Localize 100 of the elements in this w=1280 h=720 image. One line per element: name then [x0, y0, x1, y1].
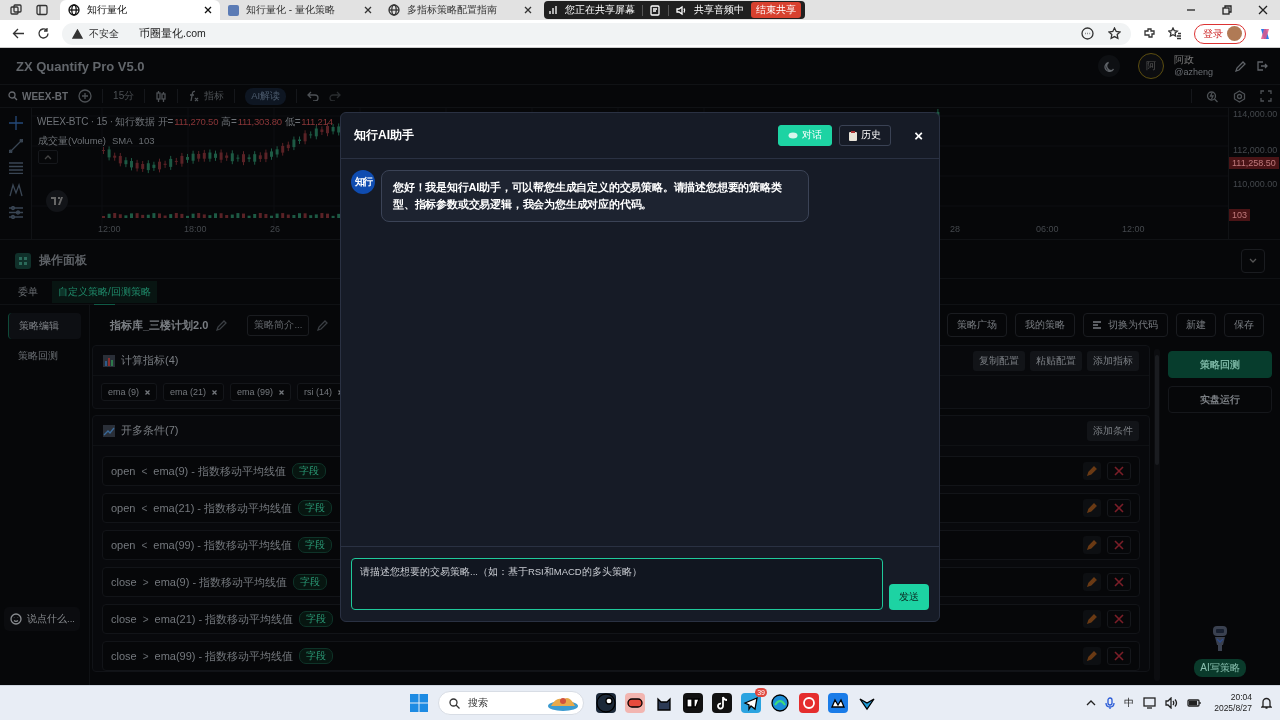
- logout-icon[interactable]: [1256, 60, 1268, 72]
- field-tag: 字段: [299, 611, 334, 627]
- action-button[interactable]: 保存: [1224, 313, 1264, 337]
- more-icon[interactable]: [1081, 27, 1094, 40]
- battery-icon[interactable]: [1187, 698, 1202, 708]
- action-button[interactable]: 我的策略: [1015, 313, 1075, 337]
- description-field[interactable]: 策略简介...: [247, 314, 310, 336]
- field-tag: 字段: [291, 463, 326, 479]
- extensions-icon[interactable]: [1143, 27, 1156, 40]
- browser-tab[interactable]: 知行量化 - 量化策略: [220, 0, 380, 20]
- microphone-icon[interactable]: [1105, 696, 1116, 710]
- chevron-down-icon: [1249, 258, 1257, 263]
- settings-icon[interactable]: [1233, 89, 1246, 103]
- moon-icon: [1103, 60, 1115, 72]
- field-name: close: [111, 576, 137, 588]
- app-icon[interactable]: [770, 693, 790, 713]
- restore-icon[interactable]: [1222, 5, 1232, 15]
- action-button[interactable]: 策略广场: [947, 313, 1007, 337]
- address-bar[interactable]: 不安全 币圈量化.com: [62, 22, 1131, 45]
- message-input[interactable]: 请描述您想要的交易策略...（如：基于RSI和MACD的多头策略）: [351, 558, 883, 610]
- chevron-up-icon[interactable]: [1086, 700, 1097, 706]
- send-button[interactable]: 发送: [889, 584, 929, 610]
- speaker-icon[interactable]: [676, 4, 687, 16]
- app-icon[interactable]: [712, 693, 732, 713]
- stop-sharing-button[interactable]: 结束共享: [751, 2, 801, 18]
- app-icon[interactable]: [625, 693, 645, 713]
- close-icon[interactable]: [524, 6, 532, 14]
- interval-button[interactable]: 15分: [113, 89, 135, 103]
- browser-tab[interactable]: 多指标策略配置指南: [380, 0, 540, 20]
- chat-field[interactable]: 说点什么...: [4, 607, 80, 631]
- ohlc-value: 111,303.80: [237, 116, 282, 127]
- login-button[interactable]: 登录: [1194, 23, 1246, 44]
- section-button[interactable]: 添加条件: [1087, 420, 1139, 441]
- indicators-button[interactable]: 指标: [188, 89, 225, 103]
- ai-strategy-button[interactable]: AI写策略: [1194, 659, 1246, 677]
- close-icon[interactable]: [1258, 5, 1268, 15]
- back-icon[interactable]: [12, 27, 25, 40]
- quick-search-icon[interactable]: [1206, 89, 1219, 103]
- close-icon[interactable]: [364, 6, 372, 14]
- app-icon[interactable]: [741, 693, 761, 713]
- panel-tab[interactable]: 委单: [12, 280, 44, 303]
- share-icon[interactable]: [650, 4, 661, 16]
- undo-icon[interactable]: [307, 91, 320, 101]
- add-icon[interactable]: [78, 89, 93, 103]
- backtest-button[interactable]: 策略回测: [1168, 351, 1272, 378]
- copilot-icon[interactable]: [1258, 26, 1272, 41]
- start-icon[interactable]: [410, 694, 428, 712]
- indicator-chip[interactable]: ema (9): [101, 383, 157, 401]
- close-button[interactable]: ×: [910, 127, 927, 144]
- fullscreen-icon[interactable]: [1260, 90, 1272, 102]
- list-icon: [1093, 321, 1102, 329]
- action-button[interactable]: 切换为代码: [1083, 313, 1168, 337]
- remove-icon[interactable]: [212, 389, 218, 395]
- indicator-chip[interactable]: ema (21): [163, 383, 225, 401]
- ohlc-label: 开=: [157, 115, 174, 129]
- globe-icon: [68, 4, 80, 16]
- search-field[interactable]: 搜索: [438, 691, 584, 715]
- field-name: open: [111, 502, 136, 514]
- candles-icon[interactable]: [155, 89, 168, 103]
- remove-icon[interactable]: [145, 389, 150, 395]
- display-icon[interactable]: [1143, 697, 1157, 709]
- star-icon[interactable]: [1108, 27, 1121, 40]
- indicator-chip[interactable]: ema (99): [230, 383, 292, 401]
- app-icon[interactable]: [828, 693, 848, 713]
- sidebar-item[interactable]: 策略回测: [8, 343, 81, 369]
- ohlc-label: 低=: [284, 115, 301, 129]
- favorites-icon[interactable]: [1168, 27, 1182, 40]
- sidebar-item[interactable]: 策略编辑: [8, 313, 81, 339]
- pencil-icon: [1087, 466, 1097, 476]
- app-icon[interactable]: [683, 693, 703, 713]
- symbol-search[interactable]: WEEX-BT: [8, 90, 69, 102]
- close-icon: [1114, 614, 1124, 624]
- action-button[interactable]: 新建: [1176, 313, 1216, 337]
- chat-bubble-icon: [788, 132, 799, 139]
- browser-tab[interactable]: 知行量化: [60, 0, 220, 20]
- tab-actions-icon[interactable]: [36, 4, 48, 16]
- section-button[interactable]: 添加指标: [1087, 350, 1139, 371]
- indicator-description: ema(21) - 指数移动平均线值: [153, 500, 293, 516]
- remove-icon[interactable]: [279, 389, 285, 395]
- ai-read-button[interactable]: AI解读: [245, 87, 287, 105]
- user-avatar[interactable]: 阿: [1138, 53, 1165, 79]
- dialog-tab[interactable]: 历史: [839, 125, 892, 146]
- line-chart-icon: [103, 424, 115, 437]
- pencil-icon[interactable]: [1235, 60, 1246, 72]
- app-icon[interactable]: [596, 693, 616, 713]
- reload-icon[interactable]: [37, 27, 50, 40]
- workspaces-icon[interactable]: [10, 4, 22, 16]
- live-run-button[interactable]: 实盘运行: [1168, 386, 1272, 413]
- panel-tab[interactable]: 自定义策略/回测策略: [52, 280, 157, 303]
- sma-value: 103: [138, 135, 155, 148]
- ohlc-value: 111,270.50: [174, 116, 219, 127]
- search-icon: [449, 697, 460, 709]
- chart-logo-icon: [46, 190, 68, 212]
- theme-toggle[interactable]: [1098, 55, 1121, 77]
- speaker-icon[interactable]: [1165, 697, 1179, 709]
- section-button[interactable]: 粘贴配置: [1030, 350, 1082, 371]
- section-button[interactable]: 复制配置: [973, 350, 1025, 371]
- bell-icon[interactable]: [1261, 697, 1272, 709]
- input-method[interactable]: 中: [1124, 696, 1135, 710]
- close-icon[interactable]: [204, 6, 212, 14]
